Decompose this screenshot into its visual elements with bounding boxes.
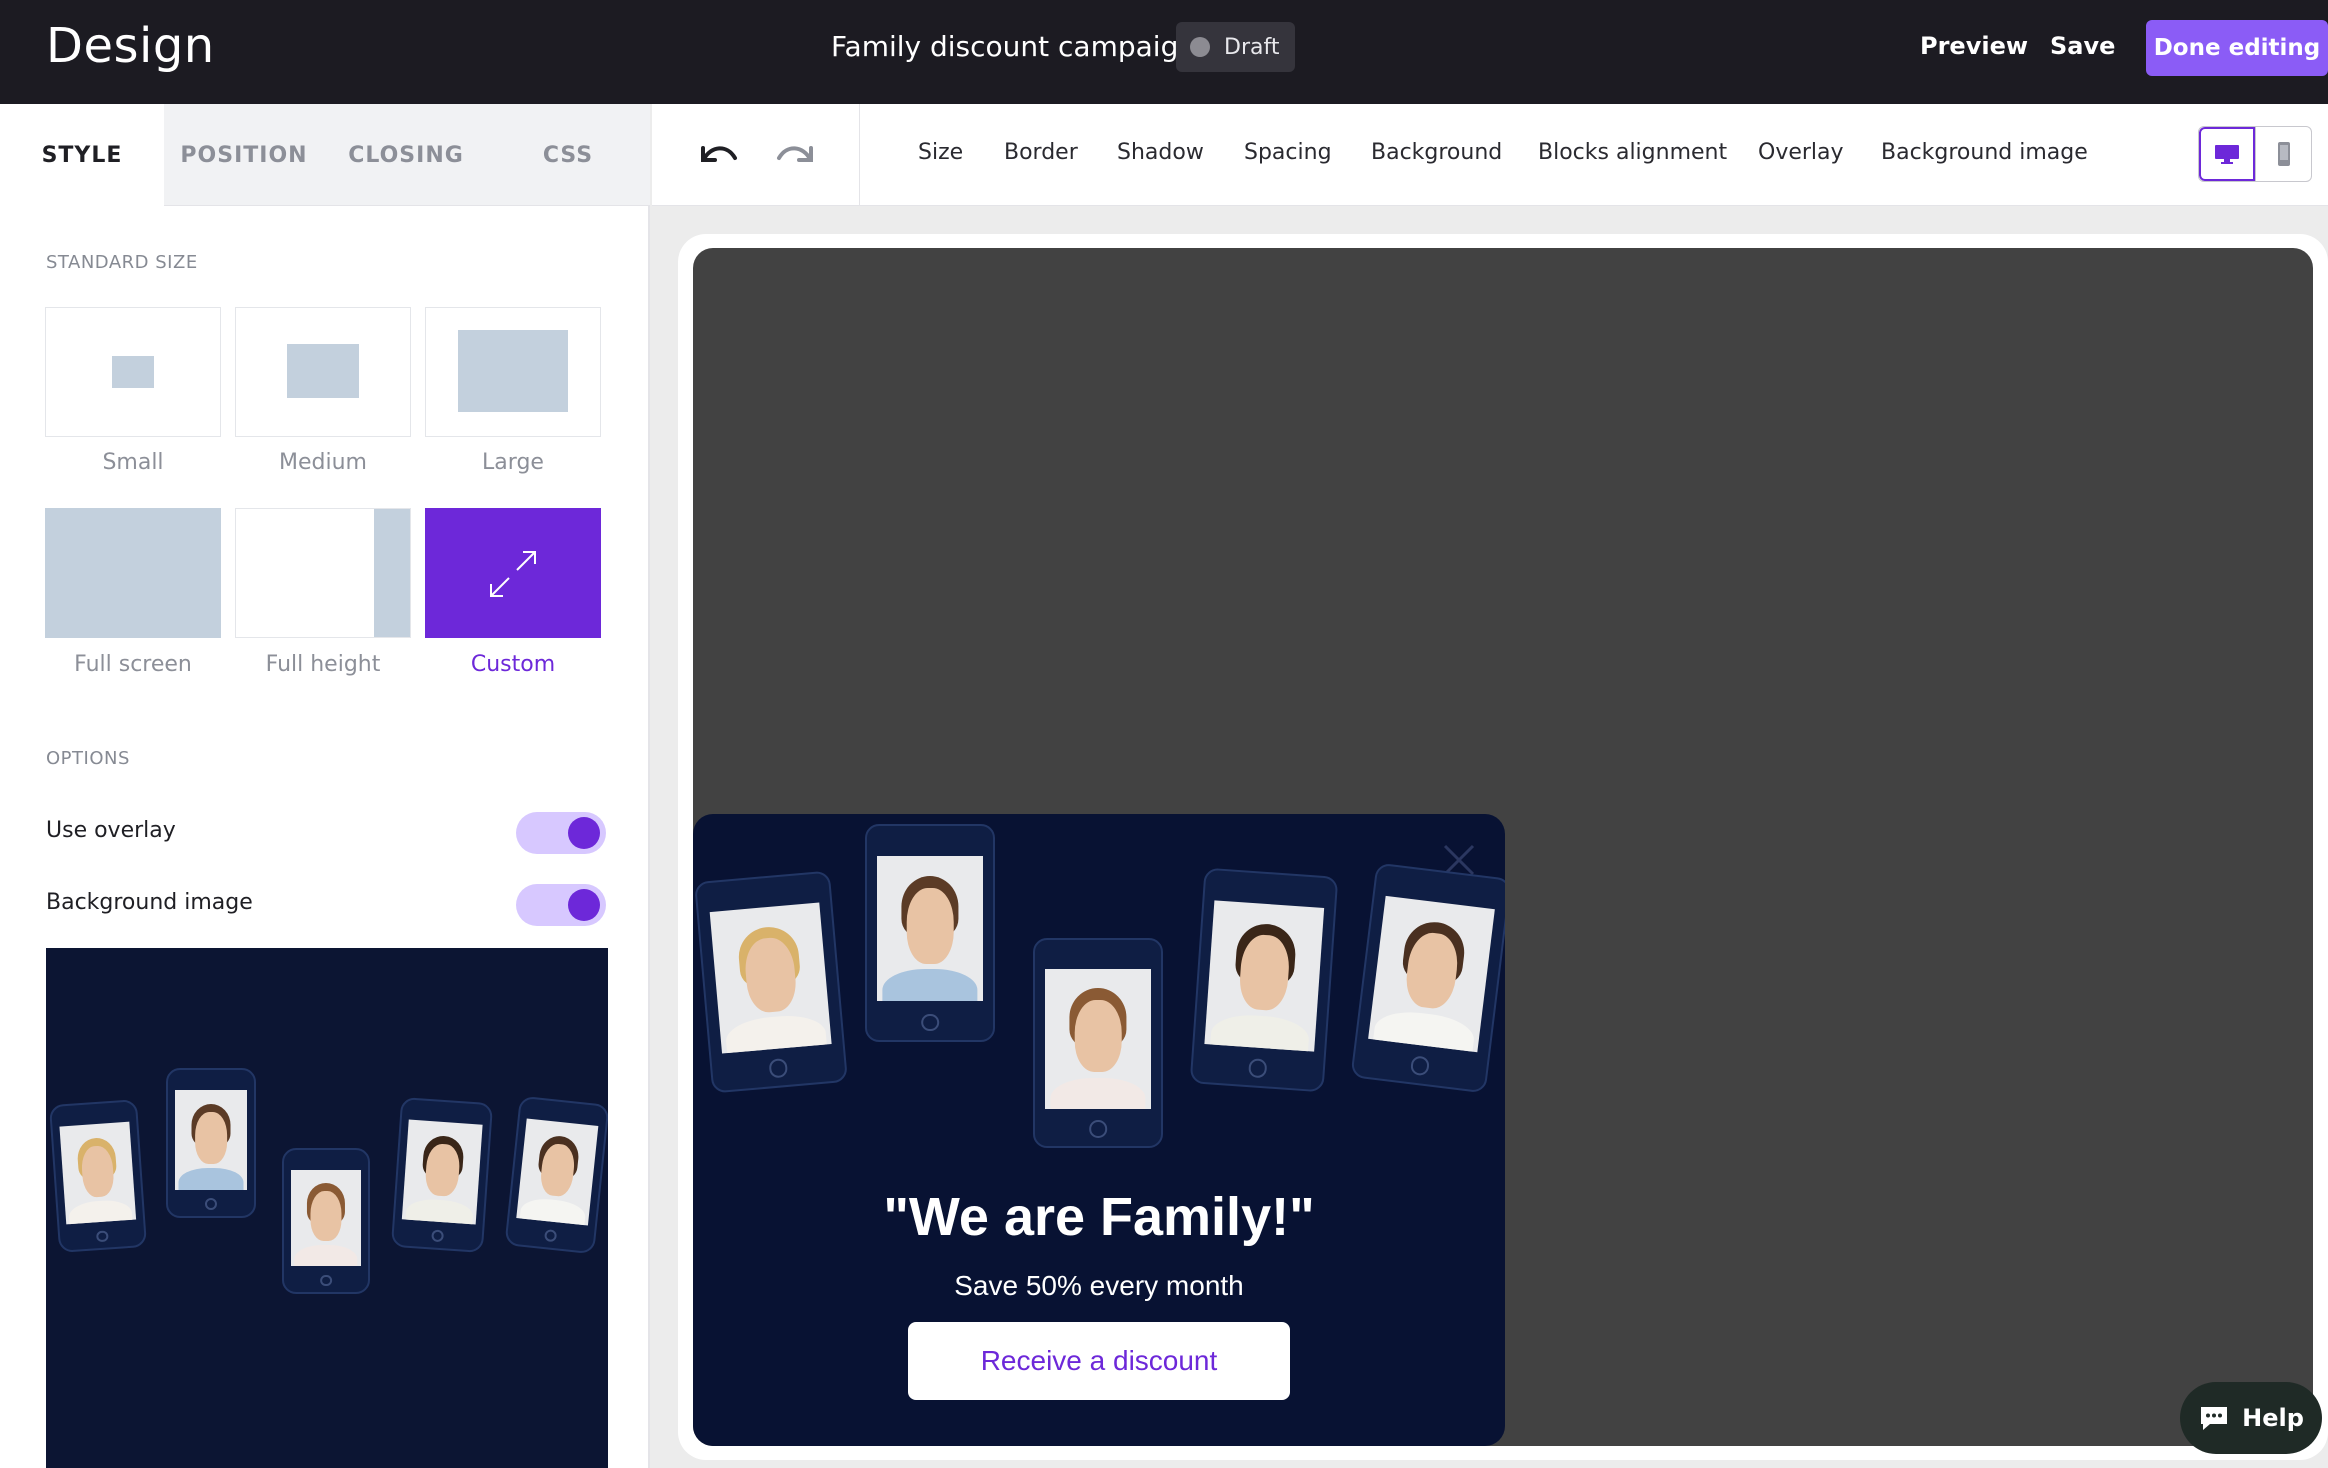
popup-subtitle: Save 50% every month — [954, 1270, 1244, 1301]
size-full-height-preview — [374, 509, 410, 637]
undo-icon — [701, 146, 737, 162]
size-option-small[interactable] — [45, 307, 221, 437]
popup-title: "We are Family!" — [883, 1187, 1315, 1247]
size-caption-small: Small — [102, 450, 164, 475]
device-toggle — [2198, 126, 2312, 182]
top-bar: Design Family discount campaign Draft Pr… — [0, 0, 2328, 104]
size-caption-large: Large — [482, 450, 544, 475]
toolbar-shadow[interactable]: Shadow — [1117, 140, 1204, 165]
mobile-icon — [2277, 142, 2290, 166]
phone-image — [1189, 867, 1339, 1093]
done-editing-button[interactable]: Done editing — [2146, 20, 2328, 76]
help-label: Help — [2242, 1404, 2304, 1432]
size-option-custom[interactable] — [425, 508, 601, 638]
size-option-large[interactable] — [425, 307, 601, 437]
desktop-view-button[interactable] — [2199, 127, 2256, 181]
tab-css[interactable]: CSS — [488, 104, 648, 206]
size-large-preview — [458, 330, 568, 412]
panel-tabs: STYLE POSITION CLOSING CSS — [0, 104, 650, 206]
background-image-label: Background image — [46, 890, 253, 915]
phone-image — [504, 1095, 608, 1255]
phone-image — [48, 1099, 148, 1253]
size-small-preview — [112, 356, 154, 388]
tab-style[interactable]: STYLE — [0, 104, 164, 206]
phone-image — [166, 1068, 256, 1218]
background-image-preview[interactable] — [46, 948, 608, 1468]
size-full-screen-preview — [45, 508, 221, 638]
size-option-full-screen[interactable] — [45, 508, 221, 638]
phone-image — [1033, 938, 1163, 1148]
preview-button[interactable]: Preview — [1920, 32, 2028, 60]
options-label: OPTIONS — [46, 748, 130, 769]
size-caption-custom: Custom — [470, 652, 556, 677]
tab-position[interactable]: POSITION — [164, 104, 324, 206]
background-image-toggle[interactable] — [516, 884, 606, 926]
chat-bubble-icon — [2201, 1407, 2228, 1430]
campaign-name[interactable]: Family discount campaign — [831, 30, 1196, 63]
toolbar-overlay[interactable]: Overlay — [1758, 140, 1844, 165]
phone-image — [282, 1148, 370, 1294]
style-panel: STYLE POSITION CLOSING CSS STANDARD SIZE… — [0, 104, 650, 1468]
resize-arrows-icon — [490, 551, 536, 597]
toolbar-background-image[interactable]: Background image — [1881, 140, 2088, 165]
popup-preview[interactable]: "We are Family!" Save 50% every month Re… — [693, 814, 1505, 1446]
receive-discount-button[interactable]: Receive a discount — [908, 1322, 1290, 1400]
toolbar-border[interactable]: Border — [1004, 140, 1078, 165]
status-label: Draft — [1224, 34, 1280, 60]
size-caption-full-screen: Full screen — [74, 652, 192, 677]
undo-button[interactable] — [694, 134, 742, 174]
toolbar-background[interactable]: Background — [1371, 140, 1502, 165]
phone-image — [1350, 862, 1505, 1094]
tab-closing[interactable]: CLOSING — [324, 104, 488, 206]
phone-image — [694, 870, 848, 1094]
phone-image — [865, 824, 995, 1042]
status-dot-icon — [1190, 37, 1210, 57]
history-controls — [652, 104, 860, 206]
toolbar-blocks-alignment[interactable]: Blocks alignment — [1538, 140, 1727, 165]
size-option-full-height[interactable] — [235, 508, 411, 638]
phone-image — [390, 1096, 494, 1254]
toggle-knob — [568, 817, 600, 849]
size-medium-preview — [287, 344, 359, 398]
mobile-view-button[interactable] — [2255, 127, 2311, 181]
help-button[interactable]: Help — [2180, 1382, 2322, 1454]
size-caption-full-height: Full height — [265, 652, 381, 677]
size-option-medium[interactable] — [235, 307, 411, 437]
app-title: Design — [46, 18, 215, 74]
toggle-knob — [568, 889, 600, 921]
design-toolbar: Size Border Shadow Spacing Background Bl… — [652, 104, 2328, 206]
desktop-icon — [2215, 145, 2240, 164]
status-badge: Draft — [1176, 22, 1296, 72]
save-button[interactable]: Save — [2050, 32, 2115, 60]
use-overlay-toggle[interactable] — [516, 812, 606, 854]
size-caption-medium: Medium — [279, 450, 367, 475]
redo-button[interactable] — [772, 134, 820, 174]
toolbar-size[interactable]: Size — [918, 140, 963, 165]
standard-size-label: STANDARD SIZE — [46, 252, 198, 273]
use-overlay-label: Use overlay — [46, 818, 176, 843]
toolbar-spacing[interactable]: Spacing — [1244, 140, 1332, 165]
redo-icon — [777, 146, 813, 162]
